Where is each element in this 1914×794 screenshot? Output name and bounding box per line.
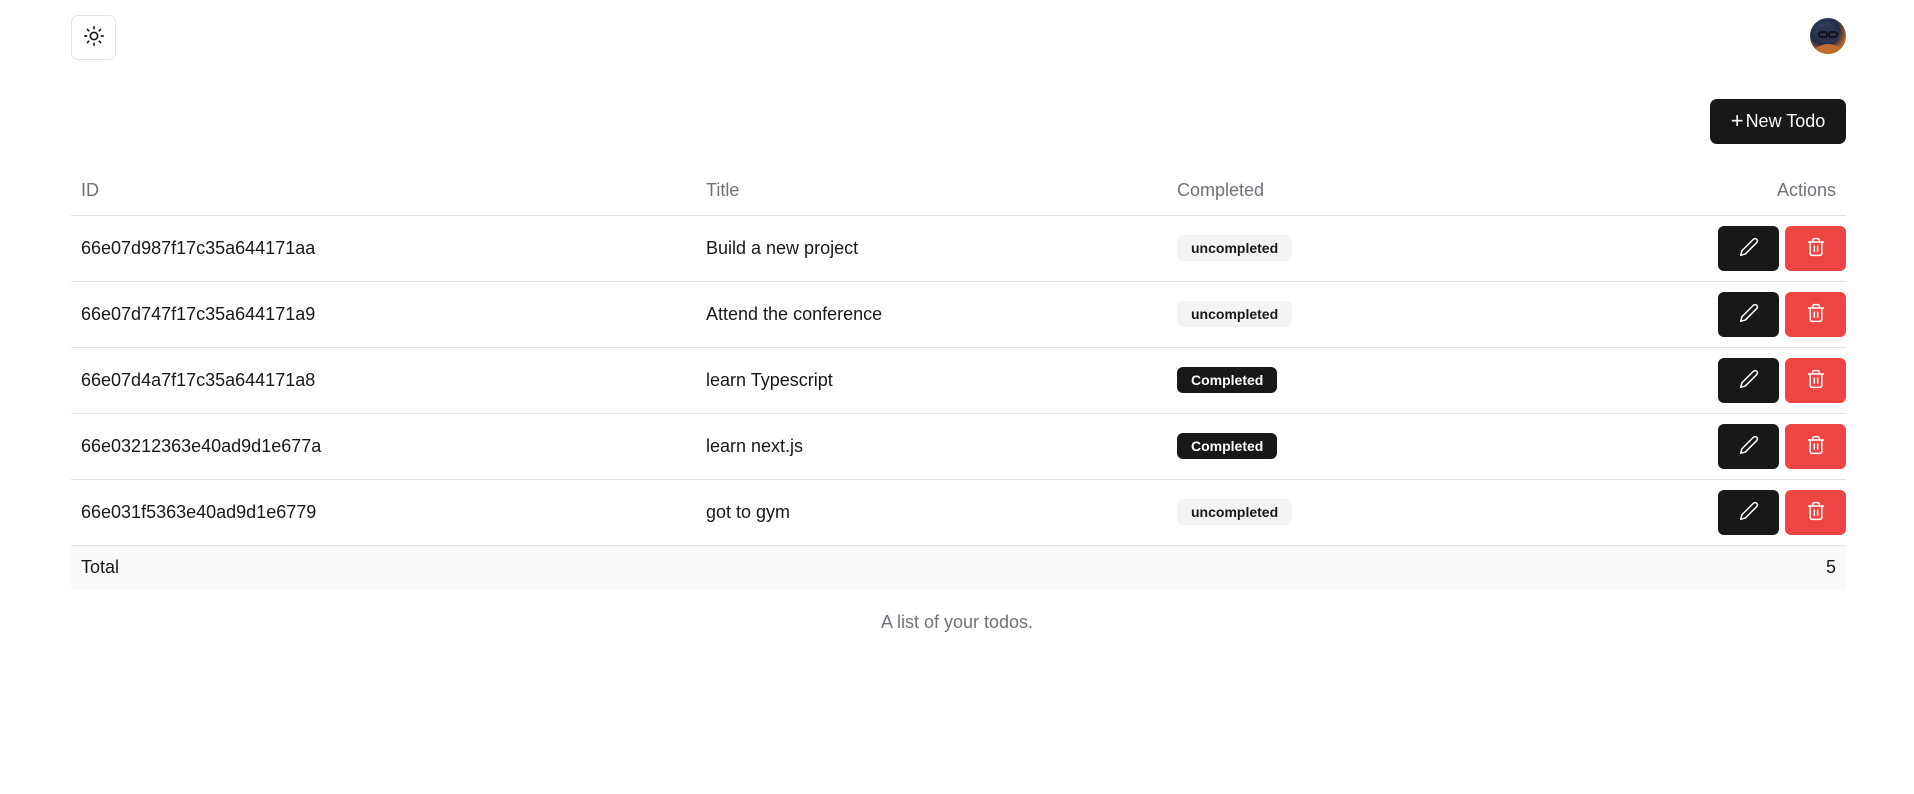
table-row: 66e07d4a7f17c35a644171a8 learn Typescrip… [71,347,1846,414]
todo-title: learn next.js [696,413,1167,480]
pencil-icon [1739,369,1759,392]
edit-button[interactable] [1718,357,1779,403]
edit-button[interactable] [1718,489,1779,535]
actions-cell [1502,281,1846,348]
total-value: 5 [1502,545,1846,590]
status-badge: uncompleted [1177,499,1293,525]
sun-icon [83,25,105,50]
delete-button[interactable] [1785,489,1846,535]
column-header-id: ID [71,166,696,216]
status-cell: Completed [1167,347,1503,414]
status-badge: Completed [1177,433,1278,459]
actions-cell [1502,479,1846,546]
pencil-icon [1739,435,1759,458]
edit-button[interactable] [1718,225,1779,271]
table-row: 66e07d747f17c35a644171a9 Attend the conf… [71,281,1846,348]
todos-table: ID Title Completed Actions 66e07d987f17c… [71,166,1846,590]
column-header-completed: Completed [1167,166,1503,216]
status-cell: Completed [1167,413,1503,480]
trash-icon [1806,303,1826,326]
delete-button[interactable] [1785,291,1846,337]
actions-cell [1502,215,1846,282]
delete-button[interactable] [1785,225,1846,271]
edit-button[interactable] [1718,291,1779,337]
table-row: 66e03212363e40ad9d1e677a learn next.js C… [71,413,1846,480]
todo-title: Attend the conference [696,281,1167,348]
new-todo-button[interactable]: + New Todo [1710,99,1846,144]
edit-button[interactable] [1718,423,1779,469]
delete-button[interactable] [1785,423,1846,469]
status-cell: uncompleted [1167,215,1503,282]
table-row: 66e031f5363e40ad9d1e6779 got to gym unco… [71,479,1846,546]
pencil-icon [1739,237,1759,260]
trash-icon [1806,237,1826,260]
todo-id: 66e03212363e40ad9d1e677a [71,413,696,480]
pencil-icon [1739,303,1759,326]
status-badge: Completed [1177,367,1278,393]
todo-id: 66e07d4a7f17c35a644171a8 [71,347,696,414]
todo-id: 66e07d987f17c35a644171aa [71,215,696,282]
table-caption: A list of your todos. [880,612,1034,632]
status-cell: uncompleted [1167,281,1503,348]
actions-cell [1502,413,1846,480]
status-cell: uncompleted [1167,479,1503,546]
status-badge: uncompleted [1177,301,1293,327]
pencil-icon [1739,501,1759,524]
trash-icon [1806,435,1826,458]
todo-id: 66e07d747f17c35a644171a9 [71,281,696,348]
table-row: 66e07d987f17c35a644171aa Build a new pro… [71,215,1846,282]
plus-icon: + [1730,107,1744,133]
column-header-actions: Actions [1502,166,1846,216]
todo-title: got to gym [696,479,1167,546]
avatar[interactable] [1810,18,1846,54]
new-todo-label: New Todo [1745,111,1826,131]
todo-title: learn Typescript [696,347,1167,414]
delete-button[interactable] [1785,357,1846,403]
todo-id: 66e031f5363e40ad9d1e6779 [71,479,696,546]
table-header-row: ID Title Completed Actions [71,166,1846,216]
todos-table-container: ID Title Completed Actions 66e07d987f17c… [71,166,1846,590]
actions-cell [1502,347,1846,414]
total-label: Total [71,545,1503,590]
trash-icon [1806,501,1826,524]
trash-icon [1806,369,1826,392]
table-body: 66e07d987f17c35a644171aa Build a new pro… [71,215,1846,546]
theme-toggle-button[interactable] [71,15,116,60]
status-badge: uncompleted [1177,235,1293,261]
todo-title: Build a new project [696,215,1167,282]
column-header-title: Title [696,166,1167,216]
table-footer-row: Total 5 [71,545,1846,590]
